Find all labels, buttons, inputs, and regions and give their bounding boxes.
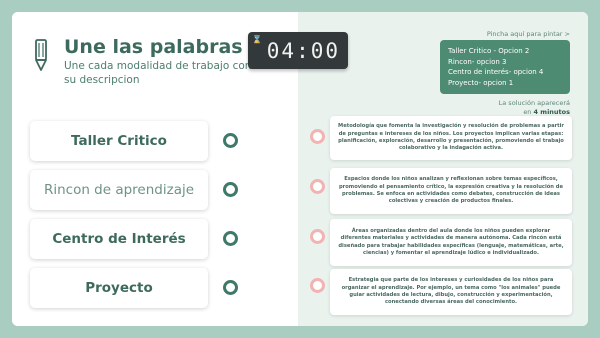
solution-box: Taller Critico - Opcion 2 Rincon- opcion… bbox=[440, 40, 570, 94]
word-card-centro-de-interes[interactable]: Centro de Interés bbox=[30, 219, 208, 259]
match-dot-right-2[interactable] bbox=[310, 179, 325, 194]
match-dot-right-1[interactable] bbox=[310, 129, 325, 144]
match-dot-left-3[interactable] bbox=[223, 231, 238, 246]
solution-note-in: en bbox=[523, 108, 532, 116]
pencil-icon bbox=[35, 39, 47, 71]
match-dot-right-3[interactable] bbox=[310, 229, 325, 244]
solution-line: Proyecto- opcion 1 bbox=[448, 78, 514, 87]
solution-note: La solución aparecerá en 4 minutos bbox=[450, 99, 570, 117]
countdown-timer: ⌛ 04:00 bbox=[248, 32, 348, 69]
solution-line: Centro de interés- opcion 4 bbox=[448, 68, 544, 76]
match-dot-right-4[interactable] bbox=[310, 278, 325, 293]
page-title: Une las palabras bbox=[64, 36, 243, 58]
page-subtitle: Une cada modalidad de trabajo con su des… bbox=[64, 60, 252, 86]
solution-note-prefix: La solución aparecerá bbox=[498, 99, 570, 107]
timer-value: 04:00 bbox=[266, 38, 340, 63]
solution-line: Rincon- opcion 3 bbox=[448, 57, 507, 66]
paint-hint-link[interactable]: Pincha aquí para pintar > bbox=[487, 30, 570, 38]
description-card-3[interactable]: Áreas organizadas dentro del aula donde … bbox=[330, 219, 572, 266]
word-card-rincon-de-aprendizaje[interactable]: Rincon de aprendizaje bbox=[30, 170, 208, 210]
solution-line: Taller Critico - Opcion 2 bbox=[448, 47, 530, 55]
description-card-1[interactable]: Metodología que fomenta la investigación… bbox=[330, 116, 572, 160]
solution-note-time: 4 minutos bbox=[533, 108, 570, 116]
hourglass-icon: ⌛ bbox=[252, 35, 262, 44]
match-dot-left-2[interactable] bbox=[223, 182, 238, 197]
match-dot-left-4[interactable] bbox=[223, 280, 238, 295]
word-card-taller-critico[interactable]: Taller Critico bbox=[30, 121, 208, 161]
description-card-4[interactable]: Estrategia que parte de los intereses y … bbox=[330, 269, 572, 315]
match-dot-left-1[interactable] bbox=[223, 133, 238, 148]
description-card-2[interactable]: Espacios donde los niños analizan y refl… bbox=[330, 168, 572, 214]
word-card-proyecto[interactable]: Proyecto bbox=[30, 268, 208, 308]
